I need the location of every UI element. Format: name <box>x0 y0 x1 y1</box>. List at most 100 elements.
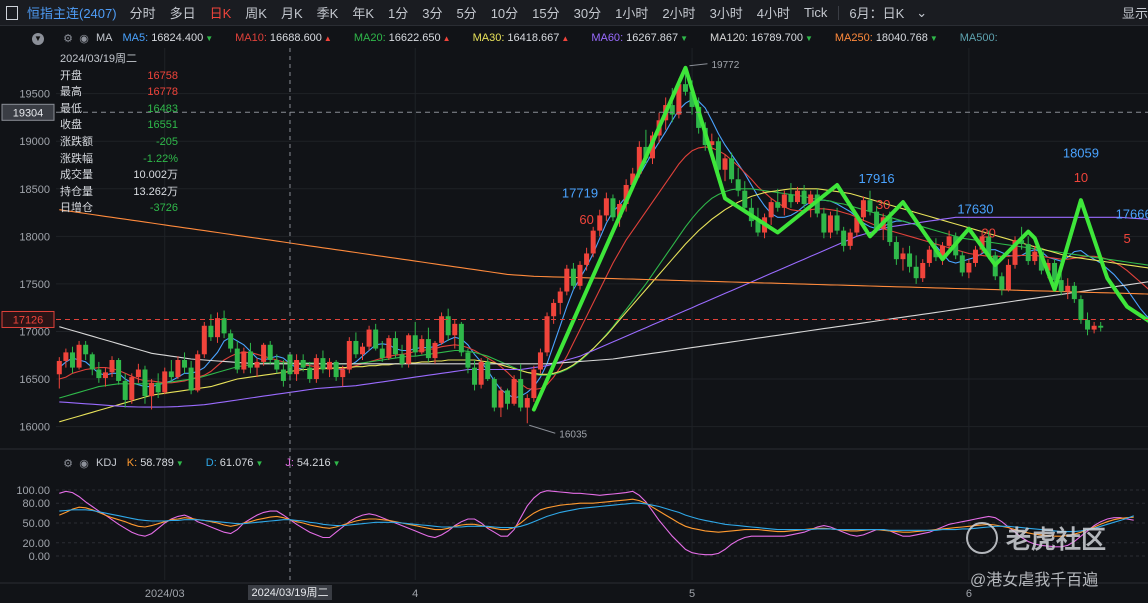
candle[interactable] <box>959 251 965 277</box>
candle[interactable] <box>524 394 530 424</box>
candle[interactable] <box>406 333 412 368</box>
candle[interactable] <box>795 186 801 204</box>
chart-window: 恒指主连(2407) 分时 多日 日K 周K 月K 季K 年K 1分 3分 5分 10分 15分 30分… <box>0 0 1148 603</box>
candle[interactable] <box>214 312 220 343</box>
candle[interactable] <box>425 327 431 362</box>
candle[interactable] <box>452 320 458 349</box>
candle[interactable] <box>439 312 445 345</box>
candle[interactable] <box>537 348 543 374</box>
candle[interactable] <box>182 352 188 374</box>
candle[interactable] <box>419 335 425 355</box>
candle[interactable] <box>195 350 201 393</box>
candle[interactable] <box>834 207 840 235</box>
candle[interactable] <box>788 183 794 208</box>
candle[interactable] <box>1005 259 1011 292</box>
candle[interactable] <box>847 228 853 250</box>
candle[interactable] <box>491 377 497 412</box>
candle[interactable] <box>610 194 616 222</box>
candle[interactable] <box>254 358 260 378</box>
candle[interactable] <box>366 325 372 351</box>
candle[interactable] <box>247 342 253 374</box>
settings-icon[interactable]: ⚙ <box>60 32 76 45</box>
candle[interactable] <box>966 259 972 279</box>
candle[interactable] <box>972 245 978 267</box>
candle[interactable] <box>89 352 95 376</box>
candle[interactable] <box>504 388 511 410</box>
candle[interactable] <box>261 342 267 366</box>
candle[interactable] <box>102 367 108 387</box>
candle[interactable] <box>267 340 273 365</box>
candle[interactable] <box>926 245 932 267</box>
candle[interactable] <box>564 264 570 296</box>
candle[interactable] <box>201 321 207 359</box>
candle[interactable] <box>768 198 774 225</box>
candle[interactable] <box>228 329 234 353</box>
candle[interactable] <box>234 340 240 374</box>
candle[interactable] <box>83 340 89 360</box>
candle[interactable] <box>162 367 168 395</box>
candle[interactable] <box>392 331 398 359</box>
candle[interactable] <box>860 196 866 222</box>
candle[interactable] <box>412 321 418 357</box>
candle[interactable] <box>69 346 75 374</box>
candle[interactable] <box>1065 278 1071 300</box>
candle[interactable] <box>907 245 913 273</box>
candle[interactable] <box>432 340 438 364</box>
candle[interactable] <box>827 211 833 239</box>
settings-icon[interactable]: ⚙ <box>60 457 76 470</box>
candle[interactable] <box>373 323 379 351</box>
candle[interactable] <box>1071 282 1077 303</box>
candle[interactable] <box>603 192 609 222</box>
candle[interactable] <box>320 350 326 374</box>
candle[interactable] <box>893 236 899 265</box>
candle[interactable] <box>445 308 451 341</box>
candle[interactable] <box>584 247 590 271</box>
candle[interactable] <box>76 340 82 370</box>
candle[interactable] <box>821 207 827 239</box>
candle[interactable] <box>511 375 517 406</box>
candle[interactable] <box>557 287 563 315</box>
candle[interactable] <box>735 167 741 197</box>
candle[interactable] <box>722 154 728 182</box>
candle[interactable] <box>221 310 227 339</box>
candle[interactable] <box>841 226 847 252</box>
candle[interactable] <box>346 337 352 374</box>
candle[interactable] <box>551 299 557 324</box>
candle[interactable] <box>327 358 333 378</box>
candle[interactable] <box>920 259 926 282</box>
candle[interactable] <box>353 332 359 359</box>
candle[interactable] <box>1098 321 1104 332</box>
candle[interactable] <box>597 209 603 237</box>
candle[interactable] <box>472 360 478 391</box>
candle[interactable] <box>900 247 906 271</box>
candle[interactable] <box>498 386 504 418</box>
candle[interactable] <box>531 365 537 402</box>
candle[interactable] <box>149 379 155 410</box>
candle[interactable] <box>333 360 339 381</box>
candle[interactable] <box>96 361 102 383</box>
eye-icon[interactable]: ◉ <box>76 32 92 45</box>
candle-body <box>116 360 122 381</box>
candle[interactable] <box>116 358 122 385</box>
candle[interactable] <box>781 190 787 216</box>
candle[interactable] <box>386 335 392 360</box>
candle[interactable] <box>913 255 919 284</box>
candle[interactable] <box>175 356 181 380</box>
candle[interactable] <box>241 347 247 374</box>
candle[interactable] <box>577 261 583 290</box>
eye-icon[interactable]: ◉ <box>76 457 92 470</box>
candle[interactable] <box>458 321 464 357</box>
candle[interactable] <box>999 272 1005 296</box>
candle[interactable] <box>56 357 62 389</box>
candle[interactable] <box>1025 236 1031 265</box>
candle[interactable] <box>590 226 596 258</box>
candle[interactable] <box>188 360 194 395</box>
candle[interactable] <box>208 314 214 341</box>
candle[interactable] <box>168 360 174 381</box>
candle[interactable] <box>478 358 484 389</box>
candle[interactable] <box>294 354 300 381</box>
candle[interactable] <box>313 354 319 383</box>
candle[interactable] <box>129 373 135 404</box>
candle[interactable] <box>63 348 69 368</box>
candle[interactable] <box>570 262 576 290</box>
